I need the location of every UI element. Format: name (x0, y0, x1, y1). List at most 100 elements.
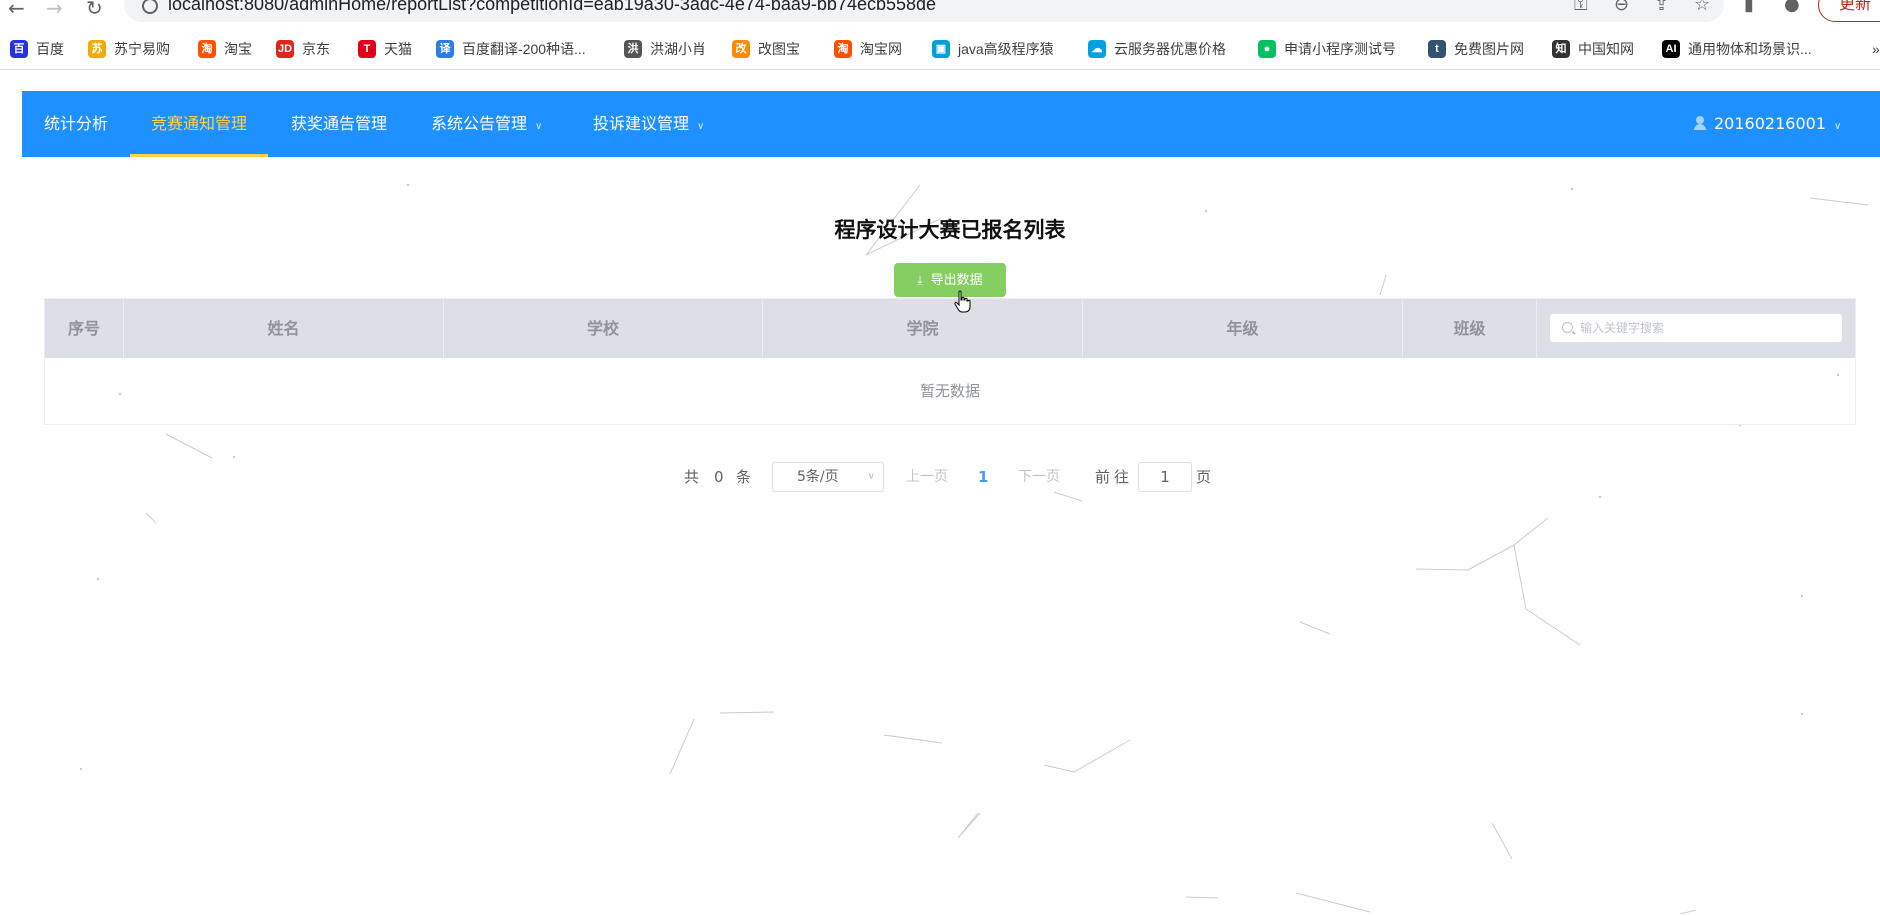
chevron-down-icon: ∨ (697, 121, 705, 132)
bookmark-label: 淘宝网 (860, 41, 902, 57)
table-search[interactable] (1549, 313, 1843, 343)
page-size-select[interactable]: 5条/页 ∨ (772, 462, 884, 492)
column-header-school[interactable]: 学校 (444, 299, 763, 358)
registration-table: 序号 姓名 学校 学院 年级 班级 暂无数据 (44, 298, 1856, 425)
bookmark-label: java高级程序猿 (958, 41, 1054, 57)
taobao-net-icon: 淘 (834, 40, 852, 58)
chevron-down-icon: ∨ (535, 121, 543, 132)
cnki-icon: 知 (1552, 40, 1570, 58)
nav-item-label: 获奖通告管理 (291, 114, 388, 133)
bookmark-label: 申请小程序测试号 (1284, 41, 1396, 57)
bookmark-item[interactable]: T 天猫 (358, 36, 412, 62)
download-icon: ⤓ (917, 273, 923, 287)
bookmark-item[interactable]: 知中国知网 (1552, 36, 1634, 62)
update-button[interactable]: 更新 (1818, 0, 1880, 22)
table-header: 序号 姓名 学校 学院 年级 班级 (45, 299, 1855, 358)
bookmark-item[interactable]: ● 申请小程序测试号 (1258, 36, 1396, 62)
browser-chrome: ← → ↻ localhost:8080/adminHome/reportLis… (0, 0, 1880, 70)
search-icon (1562, 322, 1573, 333)
bookmark-label: 天猫 (384, 41, 412, 57)
goto-page-input[interactable]: 1 (1138, 462, 1192, 492)
bookmark-item[interactable]: ☁ 云服务器优惠价格 (1088, 36, 1226, 62)
chevron-down-icon: ∨ (867, 471, 875, 482)
nav-item-award-notice[interactable]: 获奖通告管理 (291, 91, 387, 157)
sidepanel-icon[interactable]: ▮ (1744, 0, 1754, 15)
next-page-button[interactable]: 下一页 (1018, 461, 1060, 493)
top-navbar: 统计分析 竞赛通知管理 获奖通告管理 系统公告管理 ∨ 投诉建议管理 ∨ 20160… (22, 91, 1880, 157)
bookmark-label: 苏宁易购 (114, 41, 170, 57)
total-suffix: 条 (736, 468, 752, 486)
bookmark-item[interactable]: AI 通用物体和场景识... (1662, 36, 1812, 62)
gaitubao-icon: 改 (732, 40, 750, 58)
tmall-icon: T (358, 40, 376, 58)
chevron-down-icon: ∨ (1833, 121, 1842, 132)
total-prefix: 共 (684, 468, 700, 486)
nav-item-label: 系统公告管理 (431, 114, 528, 133)
jd-icon: JD (276, 40, 294, 58)
bookmark-item[interactable]: 洪洪湖小肖 (624, 36, 706, 62)
column-header-name[interactable]: 姓名 (124, 299, 444, 358)
user-icon (1694, 116, 1706, 130)
column-header-grade[interactable]: 年级 (1083, 299, 1403, 358)
star-icon[interactable]: ☆ (1694, 0, 1710, 15)
column-header-college[interactable]: 学院 (763, 299, 1083, 358)
bookmark-label: 淘宝 (224, 41, 252, 57)
profile-icon[interactable]: ● (1784, 0, 1800, 15)
bookmark-item[interactable]: 改改图宝 (732, 36, 800, 62)
page-title: 程序设计大赛已报名列表 (834, 218, 1066, 242)
column-header-index[interactable]: 序号 (45, 299, 124, 358)
export-label: 导出数据 (930, 273, 983, 288)
reload-icon[interactable]: ↻ (86, 0, 103, 20)
nav-item-statistics[interactable]: 统计分析 (44, 91, 108, 157)
prev-page-button[interactable]: 上一页 (906, 461, 948, 493)
bookmark-label: 通用物体和场景识... (1688, 41, 1812, 57)
bookmark-item[interactable]: 苏苏宁易购 (88, 36, 170, 62)
goto-prefix: 前往 (1095, 468, 1134, 486)
bookmark-item[interactable]: 淘淘宝 (198, 36, 252, 62)
bookmark-item[interactable]: 淘淘宝网 (834, 36, 902, 62)
export-data-button[interactable]: ⤓ 导出数据 (894, 263, 1006, 297)
bookmark-label: 免费图片网 (1454, 41, 1524, 57)
bookmark-item[interactable]: JD 京东 (276, 36, 330, 62)
empty-state: 暂无数据 (919, 382, 980, 400)
taobao-icon: 淘 (198, 40, 216, 58)
pagination: 共 0 条 5条/页 ∨ 上一页 1 下一页 前往 1 页 (0, 461, 1880, 493)
nav-item-system-announcement[interactable]: 系统公告管理 ∨ (431, 91, 542, 157)
bookmark-item[interactable]: 百百度 (10, 36, 64, 62)
bilibili-icon: ▣ (932, 40, 950, 58)
user-menu[interactable]: 20160216001 ∨ (1694, 91, 1841, 157)
goto-suffix: 页 (1196, 468, 1212, 486)
forward-icon[interactable]: → (46, 0, 63, 20)
total-count: 0 (714, 468, 724, 486)
column-header-class[interactable]: 班级 (1403, 299, 1537, 358)
wechat-icon: ● (1258, 40, 1276, 58)
username: 20160216001 (1714, 114, 1826, 133)
bookmark-item[interactable]: t 免费图片网 (1428, 36, 1524, 62)
bookmark-item[interactable]: ▣ java高级程序猿 (932, 36, 1054, 62)
bookmarks-bar: 百百度苏苏宁易购淘淘宝 JD 京东 T 天猫译百度翻译-200种语... 洪洪湖小肖改改图… (0, 36, 1880, 62)
bookmark-label: 云服务器优惠价格 (1114, 41, 1226, 57)
page-number-current[interactable]: 1 (978, 461, 988, 493)
ai-icon: AI (1662, 40, 1680, 58)
bookmark-label: 中国知网 (1578, 41, 1634, 57)
nav-item-competition-notice[interactable]: 竞赛通知管理 (151, 91, 247, 157)
bookmark-label: 百度 (36, 41, 64, 57)
url-text[interactable]: localhost:8080/adminHome/reportList?comp… (168, 0, 936, 15)
bookmark-label: 京东 (302, 41, 330, 57)
key-icon[interactable]: ⚿ (1574, 0, 1588, 15)
divider (0, 69, 1880, 70)
back-icon[interactable]: ← (8, 0, 25, 20)
page-size-value: 5条/页 (797, 469, 839, 485)
translate-icon: 译 (436, 40, 454, 58)
nav-item-label: 统计分析 (44, 114, 109, 133)
share-icon[interactable]: ⇪ (1654, 0, 1669, 15)
baidu-icon: 百 (10, 40, 28, 58)
nav-item-label: 投诉建议管理 (593, 114, 690, 133)
bookmark-item[interactable]: 译百度翻译-200种语... (436, 36, 586, 62)
suning-icon: 苏 (88, 40, 106, 58)
nav-item-complaints[interactable]: 投诉建议管理 ∨ (593, 91, 704, 157)
hawk-icon: 洪 (624, 40, 642, 58)
bookmarks-overflow-icon[interactable]: » (1872, 36, 1880, 62)
zoom-icon[interactable]: ⊖ (1614, 0, 1629, 15)
search-input[interactable] (1580, 318, 1830, 338)
